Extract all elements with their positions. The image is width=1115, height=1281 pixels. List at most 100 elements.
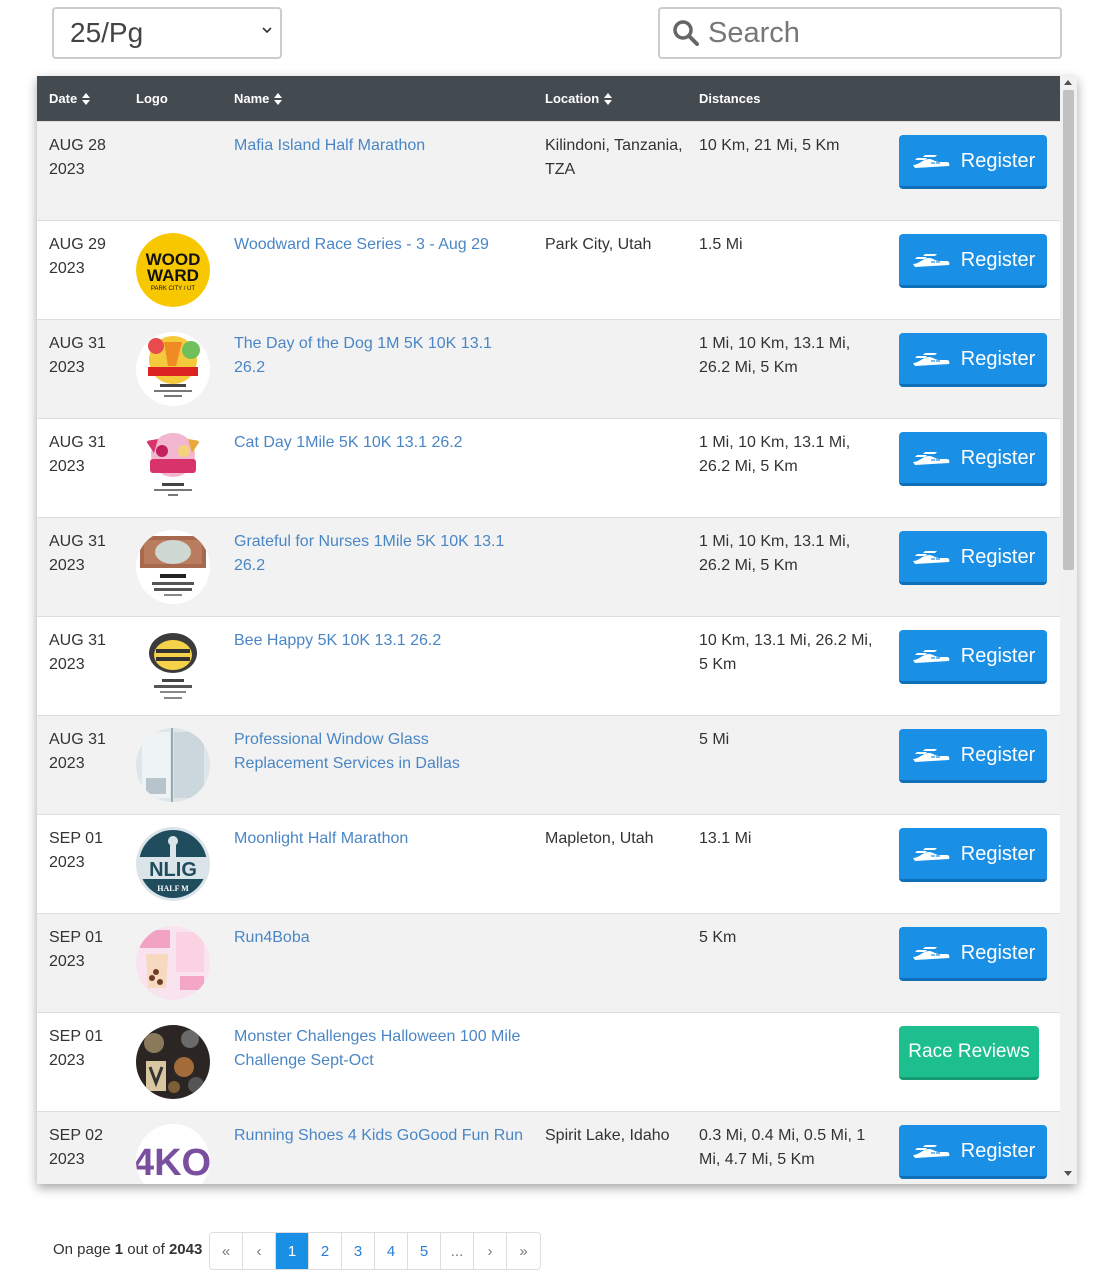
race-location: Kilindoni, Tanzania, TZA	[545, 137, 683, 178]
register-button-label: Register	[960, 347, 1036, 370]
race-name-link[interactable]: Running Shoes 4 Kids GoGood Fun Run	[234, 1124, 524, 1148]
race-location: Mapleton, Utah	[545, 830, 654, 847]
races-table: Date Logo Name Location Distances AUG 28…	[37, 76, 1077, 1184]
race-distances: 0.3 Mi, 0.4 Mi, 0.5 Mi, 1 Mi, 4.7 Mi, 5 …	[699, 1127, 866, 1168]
race-distances: 1 Mi, 10 Km, 13.1 Mi, 26.2 Mi, 5 Km	[699, 335, 851, 376]
svg-text:WARD: WARD	[147, 266, 199, 285]
race-logo[interactable]	[136, 530, 210, 604]
page-button-1[interactable]: 1	[276, 1233, 309, 1269]
register-button[interactable]: Register	[899, 432, 1047, 486]
sort-icon	[604, 92, 613, 105]
race-name-link[interactable]: Bee Happy 5K 10K 13.1 26.2	[234, 629, 524, 653]
race-name-link[interactable]: Run4Boba	[234, 926, 524, 950]
svg-text:NLIG: NLIG	[149, 859, 197, 881]
race-logo[interactable]: 4KO	[136, 1124, 210, 1184]
race-location: Park City, Utah	[545, 236, 652, 253]
page-button-3[interactable]: 3	[342, 1233, 375, 1269]
page-button-2[interactable]: 2	[309, 1233, 342, 1269]
per-page-value: 25/Pg	[70, 17, 144, 48]
page-info: On page 1 out of 2043	[53, 1241, 202, 1258]
per-page-select[interactable]: 25/Pg	[52, 7, 282, 59]
race-name-link[interactable]: Mafia Island Half Marathon	[234, 134, 524, 158]
race-date-month-day: AUG 31	[49, 533, 106, 550]
race-logo[interactable]	[136, 728, 210, 802]
running-shoe-icon	[912, 451, 950, 465]
page-button-5[interactable]: 5	[408, 1233, 441, 1269]
race-reviews-button-label: Race Reviews	[908, 1040, 1030, 1062]
race-name-link[interactable]: Grateful for Nurses 1Mile 5K 10K 13.1 26…	[234, 530, 524, 578]
race-logo[interactable]	[136, 431, 210, 505]
race-logo[interactable]	[136, 1025, 210, 1099]
scrollbar-thumb[interactable]	[1063, 90, 1074, 570]
race-distances: 10 Km, 21 Mi, 5 Km	[699, 137, 840, 154]
race-name-link[interactable]: Monster Challenges Halloween 100 Mile Ch…	[234, 1025, 524, 1073]
register-button[interactable]: Register	[899, 729, 1047, 783]
column-location[interactable]: Location	[545, 91, 613, 106]
scroll-up-icon[interactable]	[1064, 80, 1072, 85]
register-button[interactable]: Register	[899, 333, 1047, 387]
register-button-label: Register	[960, 842, 1036, 865]
table-row: AUG 31 2023 Professional Window Glass Rep…	[37, 715, 1060, 814]
table-row: SEP 01 2023 NLIG HALF M Moonlight Half Ma…	[37, 814, 1060, 913]
race-distances: 1 Mi, 10 Km, 13.1 Mi, 26.2 Mi, 5 Km	[699, 533, 851, 574]
race-name-link[interactable]: Woodward Race Series - 3 - Aug 29	[234, 233, 524, 257]
race-date-year: 2023	[49, 854, 85, 871]
race-distances: 5 Mi	[699, 731, 730, 748]
race-date: SEP 01 2023	[49, 827, 129, 875]
first-page-button[interactable]: «	[210, 1233, 243, 1269]
running-shoe-icon	[912, 550, 950, 564]
race-date-year: 2023	[49, 1151, 85, 1168]
column-location-label: Location	[545, 91, 600, 106]
prev-page-button[interactable]: ‹	[243, 1233, 276, 1269]
race-name-link[interactable]: Cat Day 1Mile 5K 10K 13.1 26.2	[234, 431, 524, 455]
scrollbar[interactable]	[1060, 76, 1077, 1184]
race-date-month-day: SEP 01	[49, 1028, 103, 1045]
register-button[interactable]: Register	[899, 1125, 1047, 1179]
race-logo[interactable]: WOOD WARD PARK CITY / UT	[136, 233, 210, 307]
race-date: AUG 31 2023	[49, 530, 129, 578]
race-date-month-day: AUG 31	[49, 434, 106, 451]
search-icon	[673, 20, 699, 46]
search-input[interactable]: Search	[658, 7, 1062, 59]
svg-text:PARK CITY / UT: PARK CITY / UT	[151, 286, 195, 292]
register-button[interactable]: Register	[899, 828, 1047, 882]
table-row: AUG 31 2023 The Day of the Dog 1M 5K 10K …	[37, 319, 1060, 418]
sort-icon	[274, 92, 283, 105]
race-date-month-day: AUG 31	[49, 731, 106, 748]
register-button[interactable]: Register	[899, 531, 1047, 585]
race-date-year: 2023	[49, 1052, 85, 1069]
column-date[interactable]: Date	[49, 91, 91, 106]
column-name-label: Name	[234, 91, 270, 106]
register-button[interactable]: Register	[899, 630, 1047, 684]
race-name-link[interactable]: Professional Window Glass Replacement Se…	[234, 728, 524, 776]
register-button-label: Register	[960, 743, 1036, 766]
race-date-month-day: SEP 02	[49, 1127, 103, 1144]
scroll-down-icon[interactable]	[1064, 1171, 1072, 1176]
top-controls: 25/Pg Search	[0, 0, 1115, 70]
next-page-button[interactable]: ›	[474, 1233, 507, 1269]
running-shoe-icon	[912, 847, 950, 861]
last-page-button[interactable]: »	[507, 1233, 540, 1269]
race-logo[interactable]	[136, 926, 210, 1000]
race-name-link[interactable]: The Day of the Dog 1M 5K 10K 13.1 26.2	[234, 332, 524, 380]
race-distances: 1 Mi, 10 Km, 13.1 Mi, 26.2 Mi, 5 Km	[699, 434, 851, 475]
race-logo[interactable]	[136, 629, 210, 703]
race-date-year: 2023	[49, 755, 85, 772]
race-date: SEP 01 2023	[49, 1025, 129, 1073]
register-button-label: Register	[960, 644, 1036, 667]
race-name-link[interactable]: Moonlight Half Marathon	[234, 827, 524, 851]
register-button[interactable]: Register	[899, 927, 1047, 981]
page-button-4[interactable]: 4	[375, 1233, 408, 1269]
column-name[interactable]: Name	[234, 91, 283, 106]
race-date-month-day: SEP 01	[49, 929, 103, 946]
running-shoe-icon	[912, 1144, 950, 1158]
register-button[interactable]: Register	[899, 135, 1047, 189]
register-button[interactable]: Register	[899, 234, 1047, 288]
race-reviews-button[interactable]: Race Reviews	[899, 1026, 1039, 1080]
race-logo[interactable]: NLIG HALF M	[136, 827, 210, 901]
table-row: SEP 01 2023 Run4Boba 5 Km Register	[37, 913, 1060, 1012]
register-button-label: Register	[960, 941, 1036, 964]
running-shoe-icon	[912, 154, 950, 168]
race-date: AUG 31 2023	[49, 728, 129, 776]
race-logo[interactable]	[136, 332, 210, 406]
